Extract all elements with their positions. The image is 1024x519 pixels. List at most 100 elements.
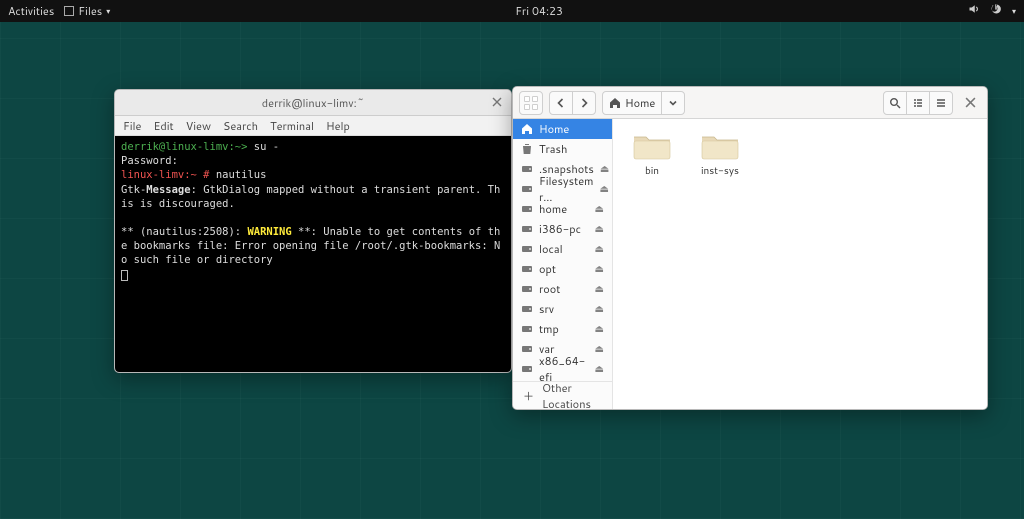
menu-file[interactable]: File xyxy=(123,118,141,134)
eject-icon[interactable]: ⏏ xyxy=(595,362,604,376)
app-menu[interactable]: Files ▾ xyxy=(64,3,110,19)
clock-label: Fri 04:23 xyxy=(515,3,563,19)
sidebar-other-locations[interactable]: ＋ Other Locations xyxy=(513,381,612,409)
hamburger-icon xyxy=(935,97,947,109)
terminal-menubar: File Edit View Search Terminal Help xyxy=(115,116,511,136)
files-close-button[interactable] xyxy=(959,92,981,114)
topbar: Activities Files ▾ Fri 04:23 ▾ xyxy=(0,0,1024,22)
files-app-icon xyxy=(64,6,74,16)
drive-icon xyxy=(521,203,533,215)
home-icon xyxy=(521,123,533,135)
sidebar-item-mount[interactable]: local ⏏ xyxy=(513,239,612,259)
app-menu-label: Files xyxy=(78,3,102,19)
sidebar-item-label: x86_64-efi xyxy=(539,353,589,385)
term-root-prompt: linux-limv:~ # xyxy=(121,169,210,181)
drive-icon xyxy=(521,223,533,235)
drive-icon xyxy=(521,283,533,295)
sidebar-item-mount[interactable]: root ⏏ xyxy=(513,279,612,299)
terminal-output[interactable]: derrik@linux-limv:~> su - Password: linu… xyxy=(115,136,511,372)
path-more-button[interactable] xyxy=(661,91,685,115)
list-icon xyxy=(912,97,924,109)
eject-icon[interactable]: ⏏ xyxy=(595,282,604,296)
eject-icon[interactable]: ⏏ xyxy=(595,342,604,356)
places-sidebar: Home Trash .snapshots⏏Filesystem r…⏏home… xyxy=(513,119,613,409)
files-headerbar: Home xyxy=(513,87,987,119)
sidebar-item-label: root xyxy=(539,281,560,297)
grid-icon xyxy=(524,96,538,110)
menu-help[interactable]: Help xyxy=(326,118,350,134)
clock[interactable]: Fri 04:23 xyxy=(110,3,968,19)
menu-edit[interactable]: Edit xyxy=(153,118,173,134)
sidebar-item-label: i386-pc xyxy=(539,221,581,237)
sidebar-item-mount[interactable]: Filesystem r…⏏ xyxy=(513,179,612,199)
sidebar-item-mount[interactable]: i386-pc ⏏ xyxy=(513,219,612,239)
sidebar-item-label: home xyxy=(539,201,567,217)
folder-bin[interactable]: bin xyxy=(625,131,679,178)
term-warn-pre: ** (nautilus:2508): xyxy=(121,226,247,238)
terminal-cursor xyxy=(121,270,128,281)
drive-icon xyxy=(521,163,533,175)
eject-icon[interactable]: ⏏ xyxy=(595,202,604,216)
toolbar-group xyxy=(883,91,953,115)
activities-button[interactable]: Activities xyxy=(8,3,54,19)
folder-icon xyxy=(632,131,672,161)
power-icon[interactable] xyxy=(990,3,1002,19)
sidebar-item-home[interactable]: Home xyxy=(513,119,612,139)
drive-icon xyxy=(521,303,533,315)
sidebar-item-mount[interactable]: srv ⏏ xyxy=(513,299,612,319)
menu-terminal[interactable]: Terminal xyxy=(270,118,314,134)
drive-icon xyxy=(521,343,533,355)
drive-icon xyxy=(521,263,533,275)
trash-icon xyxy=(521,143,533,155)
menu-search[interactable]: Search xyxy=(223,118,258,134)
terminal-window: derrik@linux-limv:~ File Edit View Searc… xyxy=(114,89,512,373)
sidebar-item-mount[interactable]: tmp ⏏ xyxy=(513,319,612,339)
eject-icon[interactable]: ⏏ xyxy=(595,222,604,236)
status-menu-caret-icon[interactable]: ▾ xyxy=(1012,5,1016,17)
eject-icon[interactable]: ⏏ xyxy=(599,182,608,196)
sidebar-item-mount[interactable]: opt ⏏ xyxy=(513,259,612,279)
sidebar-item-trash[interactable]: Trash xyxy=(513,139,612,159)
eject-icon[interactable]: ⏏ xyxy=(595,302,604,316)
back-button[interactable] xyxy=(549,91,573,115)
term-password: Password: xyxy=(121,155,178,167)
sidebar-item-mount[interactable]: x86_64-efi⏏ xyxy=(513,359,612,379)
eject-icon[interactable]: ⏏ xyxy=(600,162,609,176)
sidebar-item-label: Trash xyxy=(539,141,567,157)
sidebar-item-mount[interactable]: home ⏏ xyxy=(513,199,612,219)
sidebar-item-label: srv xyxy=(539,301,554,317)
term-cmd-nautilus: nautilus xyxy=(210,169,267,181)
term-gtk-key: Message xyxy=(146,184,190,196)
terminal-titlebar[interactable]: derrik@linux-limv:~ xyxy=(115,90,511,116)
eject-icon[interactable]: ⏏ xyxy=(595,262,604,276)
nav-group xyxy=(549,91,596,115)
file-label: inst-sys xyxy=(701,164,739,178)
sidebar-item-label: opt xyxy=(539,261,556,277)
folder-icon xyxy=(700,131,740,161)
drive-icon xyxy=(521,323,533,335)
term-cmd-su: su - xyxy=(247,141,279,153)
drive-icon xyxy=(521,243,533,255)
eject-icon[interactable]: ⏏ xyxy=(595,322,604,336)
folder-inst-sys[interactable]: inst-sys xyxy=(693,131,747,178)
terminal-close-button[interactable] xyxy=(489,94,505,110)
drive-icon xyxy=(521,363,533,375)
term-gtk-pre: Gtk- xyxy=(121,184,146,196)
view-toggle-button[interactable] xyxy=(906,91,930,115)
sidebar-item-label: local xyxy=(539,241,563,257)
icon-view[interactable]: bin inst-sys xyxy=(613,119,987,409)
eject-icon[interactable]: ⏏ xyxy=(595,242,604,256)
path-home-button[interactable]: Home xyxy=(602,91,662,115)
volume-icon[interactable] xyxy=(968,3,980,19)
home-icon xyxy=(609,97,621,109)
new-window-button[interactable] xyxy=(519,91,543,115)
forward-button[interactable] xyxy=(572,91,596,115)
file-label: bin xyxy=(645,164,659,178)
menu-view[interactable]: View xyxy=(186,118,211,134)
search-button[interactable] xyxy=(883,91,907,115)
term-prompt: derrik@linux-limv:~> xyxy=(121,141,247,153)
sidebar-item-label: Home xyxy=(539,121,569,137)
sidebar-item-label: tmp xyxy=(539,321,559,337)
drive-icon xyxy=(521,183,533,195)
hamburger-button[interactable] xyxy=(929,91,953,115)
